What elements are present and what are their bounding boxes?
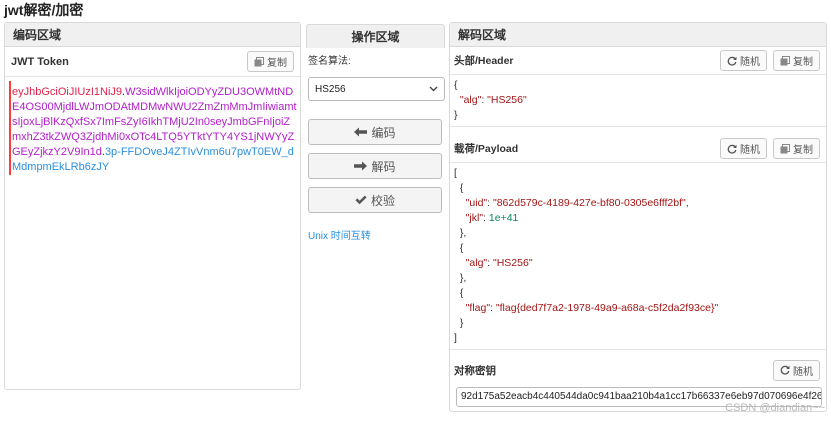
decode-label: 解码 (371, 159, 396, 174)
refresh-icon (780, 365, 790, 375)
chevron-down-icon (429, 86, 438, 92)
copy-icon (780, 55, 790, 65)
random-secret-label: 随机 (793, 366, 813, 378)
header-label: 头部/Header (454, 55, 514, 67)
algorithm-label: 签名算法: (308, 56, 351, 67)
copy-icon (254, 56, 264, 66)
verify-button[interactable]: 校验 (308, 187, 442, 213)
payload-label: 载荷/Payload (454, 143, 519, 155)
header-section-head: 头部/Header 随机 复制 (450, 47, 826, 75)
encode-button[interactable]: 编码 (308, 119, 442, 145)
algorithm-select[interactable]: HS256 (308, 77, 445, 101)
copy-header-button[interactable]: 复制 (773, 50, 820, 71)
copy-header-label: 复制 (793, 57, 813, 68)
decode-button[interactable]: 解码 (308, 153, 442, 179)
jwt-token-header: JWT Token 复制 (5, 47, 300, 77)
decode-panel: 解码区域 头部/Header 随机 复制 { "alg": "HS256" } … (449, 22, 827, 412)
decode-panel-heading: 解码区域 (450, 23, 826, 47)
encode-label: 编码 (371, 125, 396, 140)
refresh-icon (727, 144, 737, 154)
encode-panel-heading: 编码区域 (5, 23, 300, 47)
secret-section-head: 对称密钥 随机 (450, 356, 826, 384)
json-key: "alg" (459, 94, 482, 106)
copy-icon (780, 143, 790, 153)
unix-time-link[interactable]: Unix 时间互转 (308, 227, 445, 242)
verify-label: 校验 (370, 193, 395, 208)
page-title: jwt解密/加密 (4, 2, 84, 18)
random-payload-label: 随机 (740, 145, 760, 156)
random-header-button[interactable]: 随机 (720, 50, 767, 71)
copy-token-button[interactable]: 复制 (247, 51, 294, 72)
jwt-token-textarea[interactable]: eyJhbGciOiJIUzI1NiJ9.W3sidWlkIjoiODYyZDU… (9, 81, 300, 175)
action-panel-heading: 操作区域 (306, 24, 445, 48)
refresh-icon (727, 56, 737, 66)
random-header-label: 随机 (740, 57, 760, 68)
copy-payload-label: 复制 (793, 145, 813, 156)
payload-json-editor[interactable]: [ { "uid": "862d579c-4189-427e-bf80-0305… (450, 163, 826, 350)
random-secret-button[interactable]: 随机 (773, 359, 820, 381)
encode-panel: 编码区域 JWT Token 复制 eyJhbGciOiJIUzI1NiJ9.W… (4, 22, 301, 390)
copy-token-label: 复制 (267, 58, 287, 69)
algorithm-selected-value: HS256 (315, 83, 346, 95)
json-value: "HS256" (487, 94, 527, 106)
check-icon (355, 195, 367, 205)
watermark: CSDN @diandian~~ (725, 402, 825, 414)
arrow-left-icon (354, 127, 368, 137)
copy-payload-button[interactable]: 复制 (773, 138, 820, 159)
random-payload-button[interactable]: 随机 (720, 138, 767, 159)
payload-section-head: 载荷/Payload 随机 复制 (450, 135, 826, 163)
arrow-right-icon (354, 161, 368, 171)
secret-label: 对称密钥 (454, 364, 496, 377)
token-header-part: eyJhbGciOiJIUzI1NiJ9 (12, 86, 123, 98)
header-json-editor[interactable]: { "alg": "HS256" } (450, 75, 826, 127)
jwt-token-label: JWT Token (11, 55, 69, 68)
action-panel: 操作区域 签名算法: HS256 编码 解码 校验 Unix 时间互转 (306, 24, 445, 242)
